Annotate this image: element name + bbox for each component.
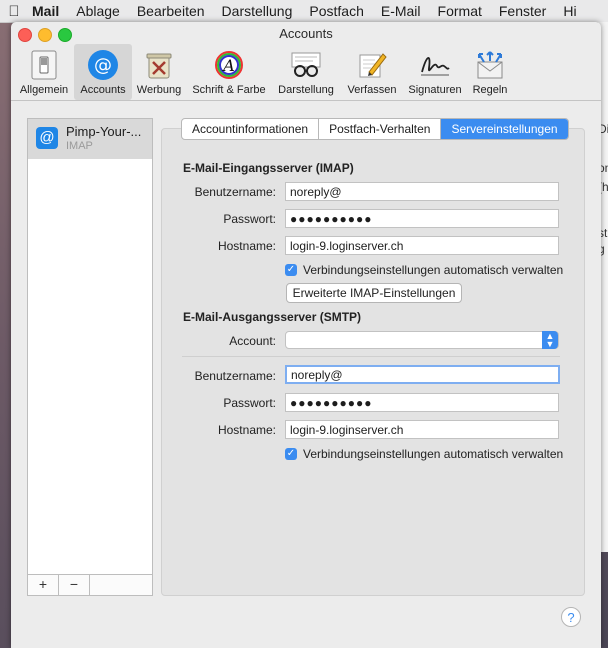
- toolbar-label: Accounts: [80, 84, 126, 96]
- menu-hilfe[interactable]: Hi: [563, 3, 576, 19]
- menu-bar:  Mail Ablage Bearbeiten Darstellung Pos…: [0, 0, 608, 23]
- account-type: IMAP: [66, 140, 93, 152]
- glasses-icon: [289, 48, 323, 82]
- smtp-hostname-field[interactable]: login-9.loginserver.ch: [285, 420, 559, 439]
- accounts-window: Accounts Allgemein @ Accounts Werbung A …: [11, 22, 601, 648]
- help-button[interactable]: ?: [561, 607, 581, 627]
- tab-accountinformationen[interactable]: Accountinformationen: [182, 119, 320, 139]
- checkmark-icon: ✓: [285, 264, 297, 276]
- tab-postfach-verhalten[interactable]: Postfach-Verhalten: [319, 119, 442, 139]
- title-bar: Accounts: [11, 22, 601, 44]
- remove-account-button[interactable]: −: [59, 575, 90, 595]
- account-list-controls: + −: [27, 574, 153, 596]
- junk-mail-icon: [142, 48, 176, 82]
- signature-icon: [418, 48, 452, 82]
- svg-text:@: @: [94, 55, 112, 76]
- menu-bearbeiten[interactable]: Bearbeiten: [137, 3, 205, 19]
- divider: [182, 356, 560, 357]
- toolbar-verfassen[interactable]: Verfassen: [341, 44, 403, 100]
- toolbar-allgemein[interactable]: Allgemein: [14, 44, 74, 100]
- smtp-password-label: Passwort:: [223, 396, 276, 410]
- smtp-auto-manage-label: Verbindungseinstellungen automatisch ver…: [303, 447, 564, 461]
- imap-heading: E-Mail-Eingangsserver (IMAP): [183, 161, 354, 175]
- imap-hostname-field[interactable]: login-9.loginserver.ch: [285, 236, 559, 255]
- switch-icon: [27, 48, 61, 82]
- imap-hostname-label: Hostname:: [217, 239, 276, 253]
- smtp-account-select[interactable]: ▲ ▼: [285, 331, 559, 349]
- smtp-auto-manage-checkbox[interactable]: ✓ Verbindungseinstellungen automatisch v…: [285, 447, 563, 461]
- toolbar-label: Schrift & Farbe: [192, 84, 266, 96]
- svg-text:A: A: [221, 56, 235, 75]
- imap-auto-manage-checkbox[interactable]: ✓ Verbindungseinstellungen automatisch v…: [285, 263, 563, 277]
- menu-app-mail[interactable]: Mail: [32, 3, 59, 19]
- add-account-button[interactable]: +: [28, 575, 59, 595]
- chevron-updown-icon: ▲ ▼: [542, 331, 558, 349]
- imap-auto-manage-label: Verbindungseinstellungen automatisch ver…: [303, 263, 564, 277]
- toolbar-regeln[interactable]: Regeln: [467, 44, 513, 100]
- toolbar-label: Verfassen: [347, 84, 397, 96]
- menu-email[interactable]: E-Mail: [381, 3, 421, 19]
- toolbar-label: Allgemein: [19, 84, 69, 96]
- at-sign-icon: @: [86, 48, 120, 82]
- toolbar-schrift-farbe[interactable]: A Schrift & Farbe: [187, 44, 271, 100]
- imap-password-field[interactable]: ●●●●●●●●●●: [285, 209, 559, 228]
- smtp-hostname-label: Hostname:: [217, 423, 276, 437]
- rules-envelope-icon: [473, 48, 507, 82]
- smtp-password-field[interactable]: ●●●●●●●●●●: [285, 393, 559, 412]
- toolbar-signaturen[interactable]: Signaturen: [404, 44, 466, 100]
- toolbar-label: Signaturen: [408, 84, 462, 96]
- smtp-heading: E-Mail-Ausgangsserver (SMTP): [183, 310, 362, 324]
- imap-username-field[interactable]: noreply@: [285, 182, 559, 201]
- compose-icon: [355, 48, 389, 82]
- font-color-icon: A: [212, 48, 246, 82]
- window-title: Accounts: [279, 26, 333, 41]
- tab-servereinstellungen[interactable]: Servereinstellungen: [441, 119, 568, 139]
- menu-fenster[interactable]: Fenster: [499, 3, 546, 19]
- imap-password-label: Passwort:: [223, 212, 276, 226]
- toolbar-label: Werbung: [136, 84, 182, 96]
- smtp-account-label: Account:: [229, 334, 276, 348]
- imap-username-label: Benutzername:: [194, 185, 276, 199]
- tab-bar: Accountinformationen Postfach-Verhalten …: [181, 118, 569, 140]
- menu-format[interactable]: Format: [438, 3, 482, 19]
- smtp-username-field[interactable]: noreply@: [285, 365, 560, 384]
- toolbar-label: Darstellung: [278, 84, 334, 96]
- toolbar-werbung[interactable]: Werbung: [132, 44, 186, 100]
- menu-postfach[interactable]: Postfach: [309, 3, 363, 19]
- at-sign-icon: @: [36, 127, 58, 149]
- toolbar-darstellung[interactable]: Darstellung: [272, 44, 340, 100]
- account-list-item[interactable]: @ Pimp-Your-... IMAP: [28, 119, 152, 159]
- toolbar-label: Regeln: [472, 84, 508, 96]
- preferences-toolbar: Allgemein @ Accounts Werbung A Schrift &…: [11, 44, 601, 101]
- menu-ablage[interactable]: Ablage: [76, 3, 120, 19]
- account-name: Pimp-Your-...: [66, 124, 142, 139]
- advanced-imap-settings-button[interactable]: Erweiterte IMAP-Einstellungen: [286, 283, 462, 303]
- toolbar-accounts[interactable]: @ Accounts: [74, 44, 132, 100]
- smtp-username-label: Benutzername:: [194, 369, 276, 383]
- menu-darstellung[interactable]: Darstellung: [222, 3, 293, 19]
- apple-logo-icon[interactable]: : [0, 3, 28, 20]
- checkmark-icon: ✓: [285, 448, 297, 460]
